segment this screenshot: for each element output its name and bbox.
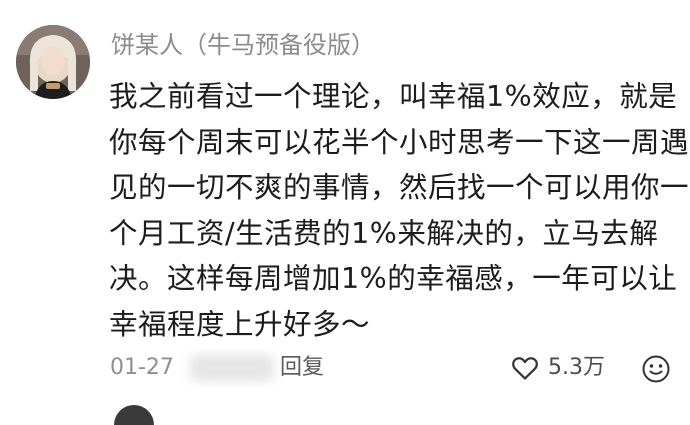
comment-body-line: 决。这样每周增加1%的幸福感，一年可以让 bbox=[109, 262, 678, 295]
comment-body-line: 见的一切不爽的事情，然后找一个可以用你一 bbox=[109, 171, 690, 204]
reply-button[interactable]: 回复 bbox=[280, 350, 324, 386]
emoji-face-icon[interactable] bbox=[641, 354, 671, 384]
comment-date: 01-27 bbox=[110, 355, 174, 380]
next-comment-avatar bbox=[114, 405, 154, 425]
like-count: 5.3万 bbox=[548, 355, 605, 380]
comment-body-line: 我之前看过一个理论，叫幸福1%效应，就是 bbox=[109, 80, 678, 113]
avatar-image bbox=[16, 25, 90, 99]
comment-body-line: 个月工资/生活费的1%来解决的，立马去解 bbox=[109, 216, 659, 250]
comment-body-line: 你每个周末可以花半个小时思考一下这一周遇 bbox=[109, 125, 690, 159]
comment-body-line: 幸福程度上升好多～ bbox=[109, 307, 371, 341]
comment-body: 我之前看过一个理论，叫幸福1%效应，就是 你每个周末可以花半个小时思考一下这一周… bbox=[109, 74, 690, 347]
like-button[interactable]: 5.3万 bbox=[510, 350, 605, 386]
heart-outline-icon bbox=[512, 357, 538, 380]
comment-username[interactable]: 饼某人（牛马预备役版） bbox=[111, 28, 375, 62]
avatar[interactable] bbox=[16, 25, 90, 99]
blurred-location bbox=[190, 354, 274, 382]
comment-item: 饼某人（牛马预备役版） 我之前看过一个理论，叫幸福1%效应，就是 你每个周末可以… bbox=[0, 0, 690, 425]
